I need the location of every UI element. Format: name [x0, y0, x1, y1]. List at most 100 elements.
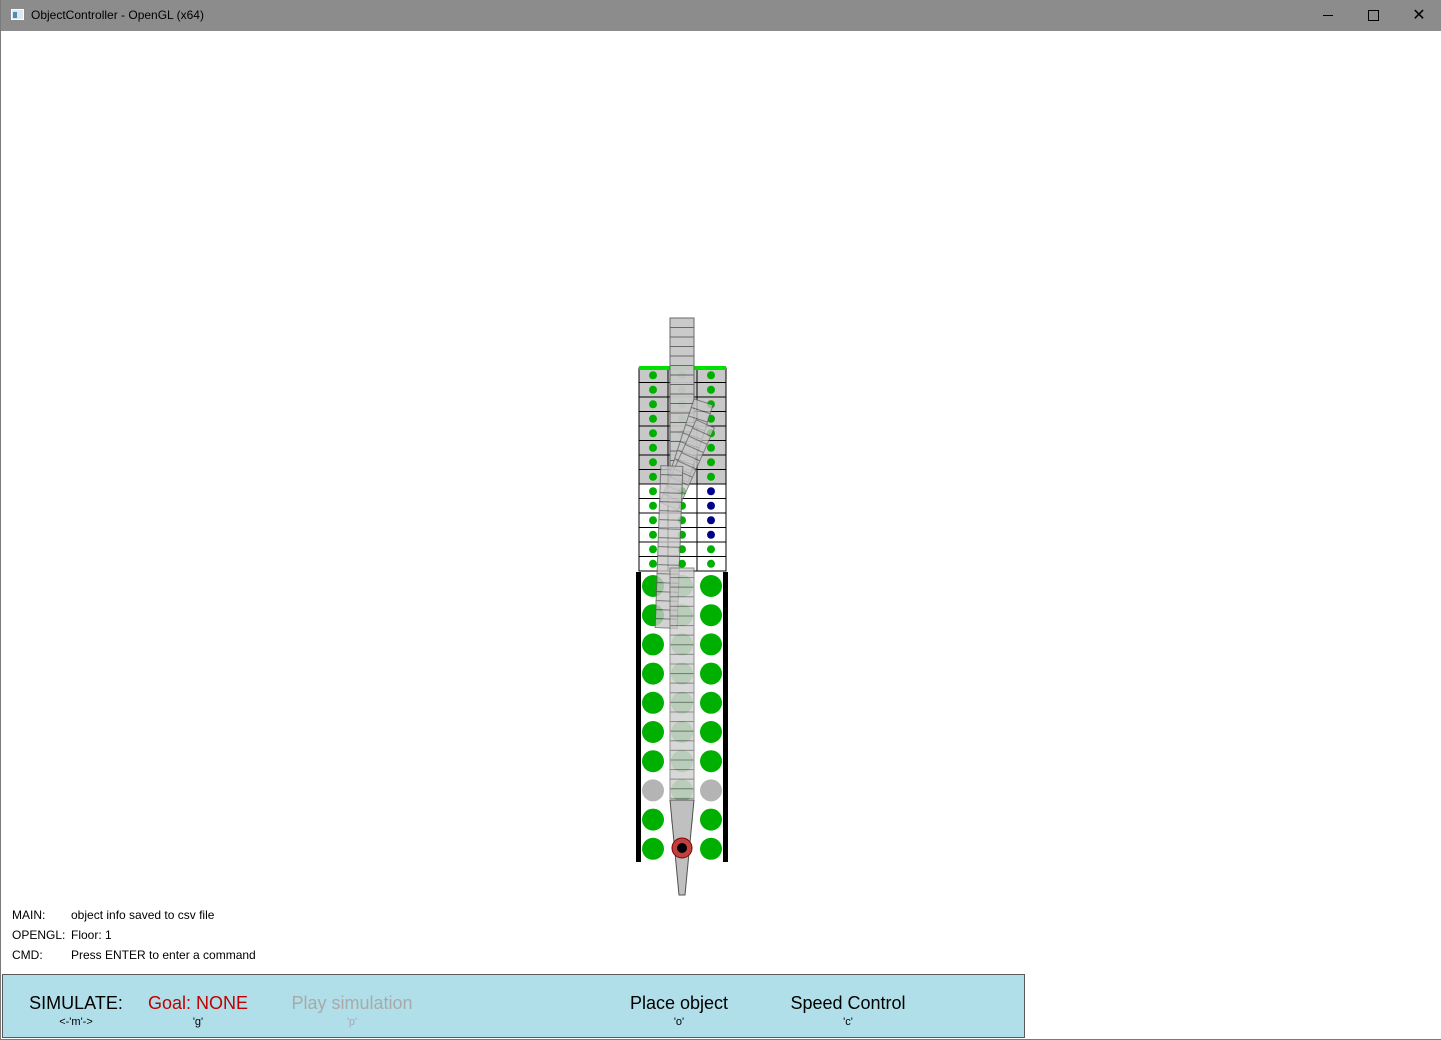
object-segment — [669, 374, 695, 385]
object-segment — [669, 663, 695, 675]
object-segment — [669, 384, 695, 395]
speed-control-button[interactable]: Speed Control 'c' — [781, 993, 915, 1028]
object-segment — [656, 555, 681, 566]
object-segment — [657, 537, 681, 548]
goal-button[interactable]: Goal: NONE 'g' — [143, 993, 253, 1028]
object-segment — [669, 653, 695, 665]
speed-key-hint: 'c' — [843, 1016, 853, 1028]
track-node — [642, 750, 664, 773]
object-segment — [658, 501, 683, 512]
track-node — [700, 691, 722, 714]
log-line-cmd: CMD: Press ENTER to enter a command — [12, 948, 256, 962]
grid-dot — [707, 516, 715, 525]
track-node — [642, 837, 664, 860]
object-segment — [669, 730, 695, 742]
log-msg-opengl: Floor: 1 — [71, 928, 112, 942]
track-node — [700, 575, 722, 597]
grid-dot — [649, 501, 657, 510]
track-left-wall — [636, 572, 641, 862]
grid-dot — [649, 458, 657, 467]
object-segment — [669, 634, 695, 646]
close-button[interactable]: ✕ — [1396, 0, 1441, 31]
grid-dot — [707, 545, 715, 554]
track-node — [642, 662, 664, 685]
maximize-icon — [1367, 10, 1379, 21]
log-key-cmd: CMD: — [12, 948, 43, 962]
window-title: ObjectController - OpenGL (x64) — [31, 8, 204, 22]
play-label: Play simulation — [291, 993, 413, 1013]
maximize-button[interactable] — [1350, 0, 1396, 31]
grid-dot — [649, 429, 657, 438]
grid-dot — [707, 559, 715, 568]
grid-dot — [649, 530, 657, 539]
simulate-key-hint: <-'m'-> — [59, 1016, 93, 1028]
object-segment — [669, 701, 695, 713]
app-window: ObjectController - OpenGL (x64) ✕ MAIN: o… — [0, 0, 1441, 1040]
grid-dot — [649, 371, 657, 380]
simulation-scene[interactable] — [2, 31, 1441, 1039]
object-segment — [669, 327, 695, 338]
log-line-opengl: OPENGL: Floor: 1 — [12, 928, 112, 942]
opengl-viewport[interactable] — [2, 31, 1441, 1039]
object-segment — [669, 586, 695, 598]
object-segment — [669, 759, 695, 771]
log-line-main: MAIN: object info saved to csv file — [12, 908, 214, 922]
object-segment — [658, 519, 682, 530]
grid-dot — [707, 530, 715, 539]
track-node — [642, 691, 664, 714]
track-right-wall — [723, 572, 728, 862]
object-segment — [669, 778, 695, 790]
grid-dot — [707, 458, 715, 467]
object-segment — [669, 788, 695, 799]
object-segment — [669, 346, 695, 357]
grid-dot — [649, 545, 657, 554]
object-segment — [669, 721, 695, 732]
track-node — [700, 604, 722, 627]
object-segment — [659, 483, 683, 494]
simulate-mode-button[interactable]: SIMULATE: <-'m'-> — [25, 993, 127, 1028]
object-segment — [669, 577, 695, 588]
app-window-icon — [11, 9, 24, 20]
object-segment — [669, 605, 695, 617]
object-segment — [660, 465, 684, 476]
log-key-opengl: OPENGL: — [12, 928, 66, 942]
object-segment — [669, 355, 695, 366]
object-segment — [669, 769, 695, 780]
object-segment — [669, 365, 695, 376]
track-node — [700, 750, 722, 773]
grid-dot — [707, 371, 715, 380]
grid-dot — [707, 487, 715, 496]
minimize-icon — [1323, 15, 1333, 16]
track-node — [700, 837, 722, 860]
object-segment — [659, 492, 683, 503]
play-simulation-button[interactable]: Play simulation 'p' — [285, 993, 419, 1028]
grid-dot — [707, 472, 715, 481]
place-object-button[interactable]: Place object 'o' — [621, 993, 737, 1028]
goal-key-hint: 'g' — [192, 1016, 204, 1028]
grid-dot — [707, 501, 715, 510]
object-segment — [669, 749, 695, 761]
object-segment — [669, 336, 695, 347]
object-segment — [659, 474, 684, 485]
object-pose — [669, 567, 695, 799]
title-bar[interactable]: ObjectController - OpenGL (x64) ✕ — [1, 0, 1441, 31]
grid-dot — [707, 443, 715, 452]
grid-dot — [649, 487, 657, 496]
grid-dot — [649, 400, 657, 409]
current-position-center — [677, 843, 687, 853]
track-node — [642, 633, 664, 656]
grid-dot — [649, 516, 657, 525]
minimize-button[interactable] — [1305, 0, 1351, 31]
log-msg-cmd: Press ENTER to enter a command — [71, 948, 256, 962]
track-node — [700, 779, 722, 802]
grid-dot — [649, 443, 657, 452]
object-segment — [669, 682, 695, 694]
grid-dot — [649, 414, 657, 423]
object-segment — [669, 615, 695, 627]
log-key-main: MAIN: — [12, 908, 46, 922]
log-msg-main: object info saved to csv file — [71, 908, 215, 922]
track-node — [700, 662, 722, 685]
goal-label: Goal: NONE — [147, 993, 249, 1013]
grid-dot — [649, 472, 657, 481]
speed-label: Speed Control — [790, 993, 906, 1013]
